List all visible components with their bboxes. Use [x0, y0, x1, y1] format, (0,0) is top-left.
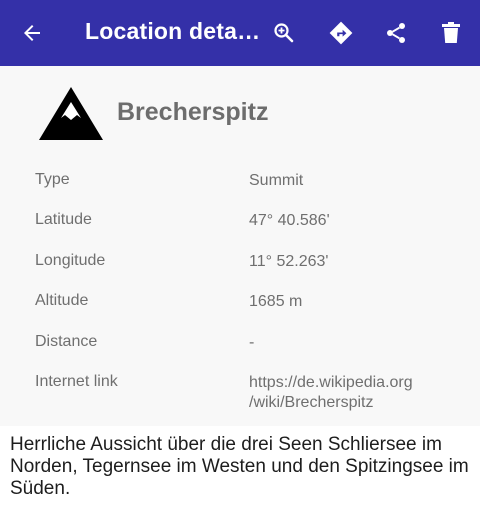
arrow-back-icon[interactable]: [16, 17, 48, 49]
directions-icon[interactable]: [325, 17, 357, 49]
detail-label: Internet link: [35, 373, 118, 390]
detail-row-type: Type Summit: [0, 171, 480, 201]
detail-label: Longitude: [35, 252, 106, 269]
detail-value: Summit: [249, 172, 304, 189]
internet-link-line1[interactable]: https://de.wikipedia.org: [249, 373, 459, 393]
detail-label: Distance: [35, 333, 98, 350]
detail-value: 11° 52.263': [249, 253, 329, 270]
location-name: Brecherspitz: [117, 98, 269, 126]
detail-value: 47° 40.586': [249, 212, 330, 229]
app-bar: Location deta…: [0, 0, 480, 66]
detail-label: Latitude: [35, 211, 92, 228]
mountain-icon: [38, 85, 104, 148]
zoom-in-icon[interactable]: [268, 17, 300, 49]
internet-link[interactable]: https://de.wikipedia.org /wiki/Brechersp…: [249, 373, 459, 413]
internet-link-line2[interactable]: /wiki/Brecherspitz: [249, 393, 459, 413]
detail-row-latitude: Latitude 47° 40.586': [0, 211, 480, 241]
share-icon[interactable]: [380, 17, 412, 49]
detail-row-altitude: Altitude 1685 m: [0, 292, 480, 322]
detail-label: Altitude: [35, 292, 89, 309]
detail-row-internet-link: Internet link https://de.wikipedia.org /…: [0, 373, 480, 415]
location-description: Herrliche Aussicht über die drei Seen Sc…: [10, 434, 469, 499]
delete-icon[interactable]: [435, 17, 467, 49]
detail-row-longitude: Longitude 11° 52.263': [0, 252, 480, 282]
detail-value: 1685 m: [249, 293, 303, 310]
page-title: Location deta…: [85, 18, 261, 44]
detail-label: Type: [35, 171, 70, 188]
detail-value: -: [249, 334, 255, 351]
detail-row-distance: Distance -: [0, 333, 480, 363]
